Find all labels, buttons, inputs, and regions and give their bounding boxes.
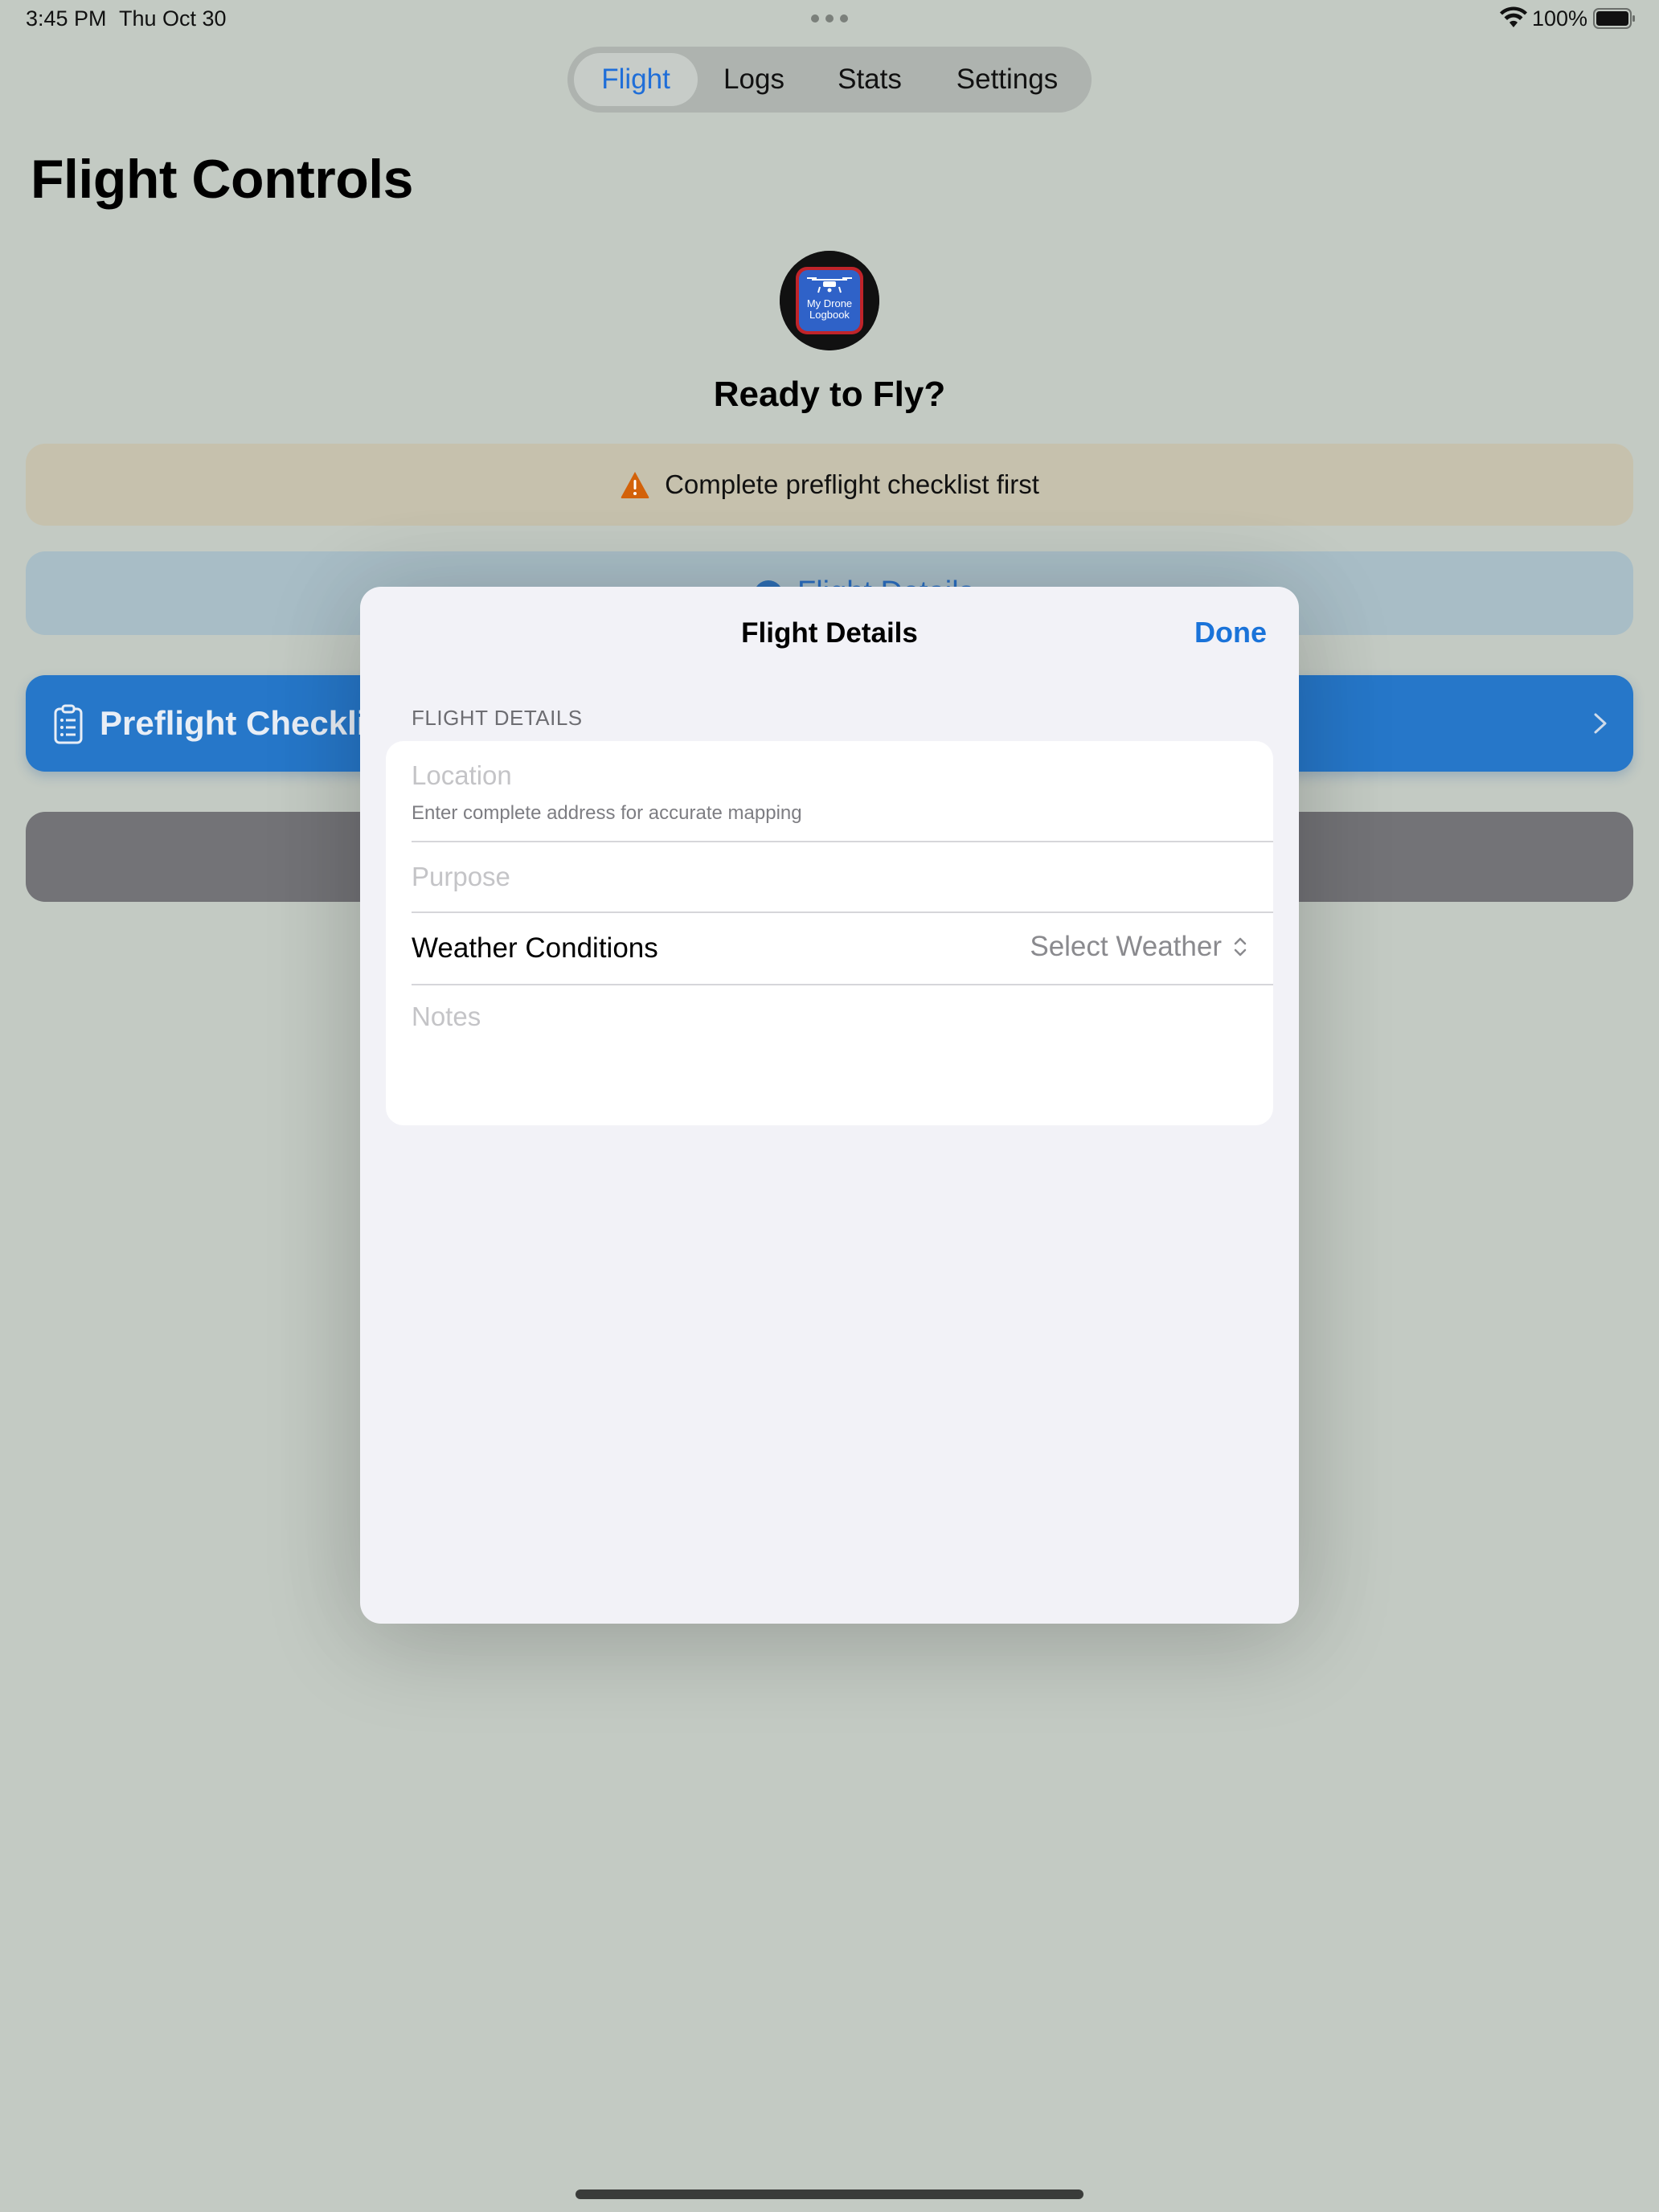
sheet-title: Flight Details [741,617,918,649]
location-row: Enter complete address for accurate mapp… [386,741,1273,842]
section-header-flight-details: FLIGHT DETAILS [412,706,583,730]
battery-percentage: 100% [1532,6,1588,31]
multitasking-dots-icon[interactable] [811,14,848,23]
weather-picker[interactable]: Select Weather [1030,931,1249,963]
tab-stats[interactable]: Stats [810,53,929,106]
chevron-right-icon [1594,713,1607,734]
page-title: Flight Controls [31,149,413,210]
wifi-icon [1500,6,1527,27]
preflight-warning-banner: Complete preflight checklist first [26,444,1633,526]
warning-text: Complete preflight checklist first [665,469,1039,499]
tab-logs[interactable]: Logs [698,53,810,106]
flight-details-form: Enter complete address for accurate mapp… [386,741,1273,1125]
top-tab-bar: Flight Logs Stats Settings [567,47,1092,113]
preflight-checklist-label: Preflight Checklist [100,704,396,742]
logo-text-line1: My Drone [807,297,852,309]
status-time: 3:45 PM [26,6,107,31]
status-bar: 3:45 PM Thu Oct 30 100% [0,0,1659,39]
battery-icon [1593,8,1635,29]
location-input[interactable] [412,757,1247,794]
weather-row: Weather Conditions Select Weather [386,913,1273,985]
flight-details-sheet: Flight Details Done FLIGHT DETAILS Enter… [360,587,1299,1624]
chevron-up-down-icon [1234,937,1247,956]
purpose-input[interactable] [412,858,1247,895]
ready-to-fly-heading: Ready to Fly? [713,375,946,414]
warning-triangle-icon [621,472,649,498]
notes-textarea[interactable] [412,1002,1247,1114]
clipboard-icon [54,704,83,744]
done-button[interactable]: Done [1194,616,1267,649]
weather-picker-value: Select Weather [1030,931,1222,962]
location-hint: Enter complete address for accurate mapp… [412,802,802,824]
weather-conditions-label: Weather Conditions [412,932,658,964]
tab-settings[interactable]: Settings [929,53,1085,106]
purpose-row [386,842,1273,913]
home-indicator[interactable] [576,2189,1083,2199]
logo-text-line2: Logbook [809,309,850,321]
notes-row [386,985,1273,1125]
app-logo: My Drone Logbook [780,251,879,350]
tab-flight[interactable]: Flight [574,53,698,106]
status-date: Thu Oct 30 [119,6,227,31]
